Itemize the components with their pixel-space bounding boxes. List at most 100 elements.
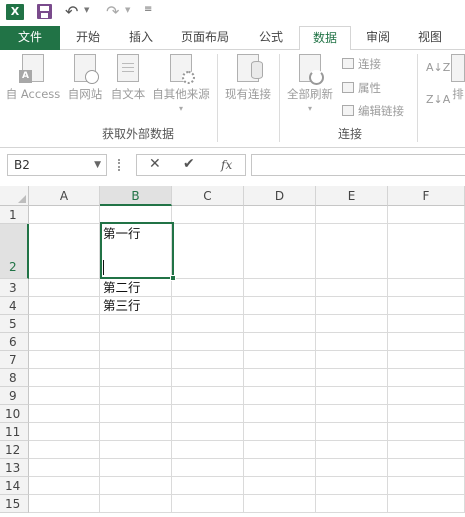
grid-cell[interactable]: [29, 351, 100, 369]
grid-cell[interactable]: [316, 369, 388, 387]
grid-cell[interactable]: [172, 477, 244, 495]
sort-button[interactable]: 排: [448, 54, 465, 102]
grid-cell[interactable]: [244, 279, 316, 297]
grid-cell[interactable]: [244, 351, 316, 369]
column-header-c[interactable]: C: [172, 186, 244, 206]
grid-cell[interactable]: [316, 224, 388, 279]
redo-dropdown-icon[interactable]: ▼: [125, 6, 130, 14]
edit-links-button[interactable]: 编辑链接: [342, 103, 404, 119]
grid-cell[interactable]: [29, 369, 100, 387]
grid-cell[interactable]: [388, 495, 465, 513]
grid-cell[interactable]: [316, 351, 388, 369]
cell-b4[interactable]: 第三行: [100, 297, 172, 315]
refresh-all-button[interactable]: 全部刷新 ▾: [283, 54, 337, 113]
formula-input[interactable]: [251, 154, 465, 176]
grid-cell[interactable]: [244, 297, 316, 315]
grid-cell[interactable]: [388, 477, 465, 495]
customize-toolbar-icon[interactable]: ≡: [144, 4, 152, 15]
cancel-icon[interactable]: ✕: [149, 156, 161, 172]
grid-cell[interactable]: [244, 224, 316, 279]
grid-cell[interactable]: [29, 495, 100, 513]
formula-bar-grip[interactable]: [118, 159, 120, 171]
from-access-button[interactable]: A 自 Access: [4, 54, 62, 102]
grid-cell[interactable]: [244, 387, 316, 405]
row-header-9[interactable]: 9: [0, 387, 29, 405]
column-header-b[interactable]: B: [100, 186, 172, 206]
grid-cell[interactable]: [244, 423, 316, 441]
select-all-button[interactable]: [0, 186, 29, 206]
grid-cell[interactable]: [172, 459, 244, 477]
grid-cell[interactable]: [100, 441, 172, 459]
grid-cell[interactable]: [244, 206, 316, 224]
grid-cell[interactable]: [316, 405, 388, 423]
grid-cell[interactable]: [316, 495, 388, 513]
tab-review[interactable]: 审阅: [356, 26, 400, 50]
grid-cell[interactable]: [100, 387, 172, 405]
row-header-8[interactable]: 8: [0, 369, 29, 387]
grid-cell[interactable]: [29, 423, 100, 441]
grid-cell[interactable]: [29, 477, 100, 495]
undo-dropdown-icon[interactable]: ▼: [84, 6, 89, 14]
grid-cell[interactable]: [316, 333, 388, 351]
from-other-sources-button[interactable]: 自其他来源 ▾: [149, 54, 213, 113]
grid-cell[interactable]: [29, 333, 100, 351]
tab-insert[interactable]: 插入: [118, 26, 164, 50]
grid-cell[interactable]: [172, 495, 244, 513]
grid-cell[interactable]: [244, 405, 316, 423]
grid-cell[interactable]: [388, 387, 465, 405]
fill-handle[interactable]: [170, 275, 176, 281]
grid-cell[interactable]: [244, 315, 316, 333]
grid-cell[interactable]: [244, 495, 316, 513]
grid-cell[interactable]: [388, 315, 465, 333]
grid-cell[interactable]: [100, 351, 172, 369]
row-header-6[interactable]: 6: [0, 333, 29, 351]
row-header-3[interactable]: 3: [0, 279, 29, 297]
grid-cell[interactable]: [29, 405, 100, 423]
grid-cell[interactable]: [29, 459, 100, 477]
grid-cell[interactable]: [29, 206, 100, 224]
grid-cell[interactable]: [388, 459, 465, 477]
grid-cell[interactable]: [29, 315, 100, 333]
tab-file[interactable]: 文件: [0, 26, 60, 50]
grid-cell[interactable]: [100, 405, 172, 423]
grid-cell[interactable]: [172, 279, 244, 297]
grid-cell[interactable]: [29, 279, 100, 297]
row-header-11[interactable]: 11: [0, 423, 29, 441]
sort-descending-button[interactable]: Z↓A: [426, 94, 450, 105]
tab-formulas[interactable]: 公式: [248, 26, 294, 50]
grid-cell[interactable]: [29, 224, 100, 279]
grid-cell[interactable]: [172, 441, 244, 459]
grid-cell[interactable]: [316, 441, 388, 459]
grid-cell[interactable]: [316, 279, 388, 297]
tab-data[interactable]: 数据: [299, 26, 351, 51]
worksheet-grid[interactable]: A B C D E F 1 2 3 4 5 6 7 8 9 10 11 12 1…: [0, 186, 465, 517]
grid-cell[interactable]: [388, 279, 465, 297]
column-header-f[interactable]: F: [388, 186, 465, 206]
grid-cell[interactable]: [172, 297, 244, 315]
column-header-e[interactable]: E: [316, 186, 388, 206]
grid-cell[interactable]: [29, 441, 100, 459]
tab-view[interactable]: 视图: [408, 26, 452, 50]
grid-cell[interactable]: [100, 333, 172, 351]
insert-function-icon[interactable]: fx: [221, 158, 232, 172]
grid-cell[interactable]: [100, 315, 172, 333]
grid-cell[interactable]: [100, 495, 172, 513]
grid-cell[interactable]: [316, 459, 388, 477]
grid-cell[interactable]: [316, 315, 388, 333]
grid-cell[interactable]: [388, 369, 465, 387]
grid-cell[interactable]: [244, 477, 316, 495]
grid-cell[interactable]: [388, 206, 465, 224]
grid-cell[interactable]: [172, 333, 244, 351]
grid-cell[interactable]: [244, 441, 316, 459]
from-web-button[interactable]: 自网站: [64, 54, 106, 102]
grid-cell[interactable]: [316, 297, 388, 315]
grid-cell[interactable]: [100, 369, 172, 387]
grid-cell[interactable]: [100, 423, 172, 441]
chevron-down-icon[interactable]: ▼: [94, 155, 101, 175]
enter-icon[interactable]: ✔: [183, 156, 195, 172]
grid-cell[interactable]: [172, 387, 244, 405]
properties-button[interactable]: 属性: [342, 80, 381, 96]
column-header-a[interactable]: A: [29, 186, 100, 206]
row-header-5[interactable]: 5: [0, 315, 29, 333]
row-header-13[interactable]: 13: [0, 459, 29, 477]
